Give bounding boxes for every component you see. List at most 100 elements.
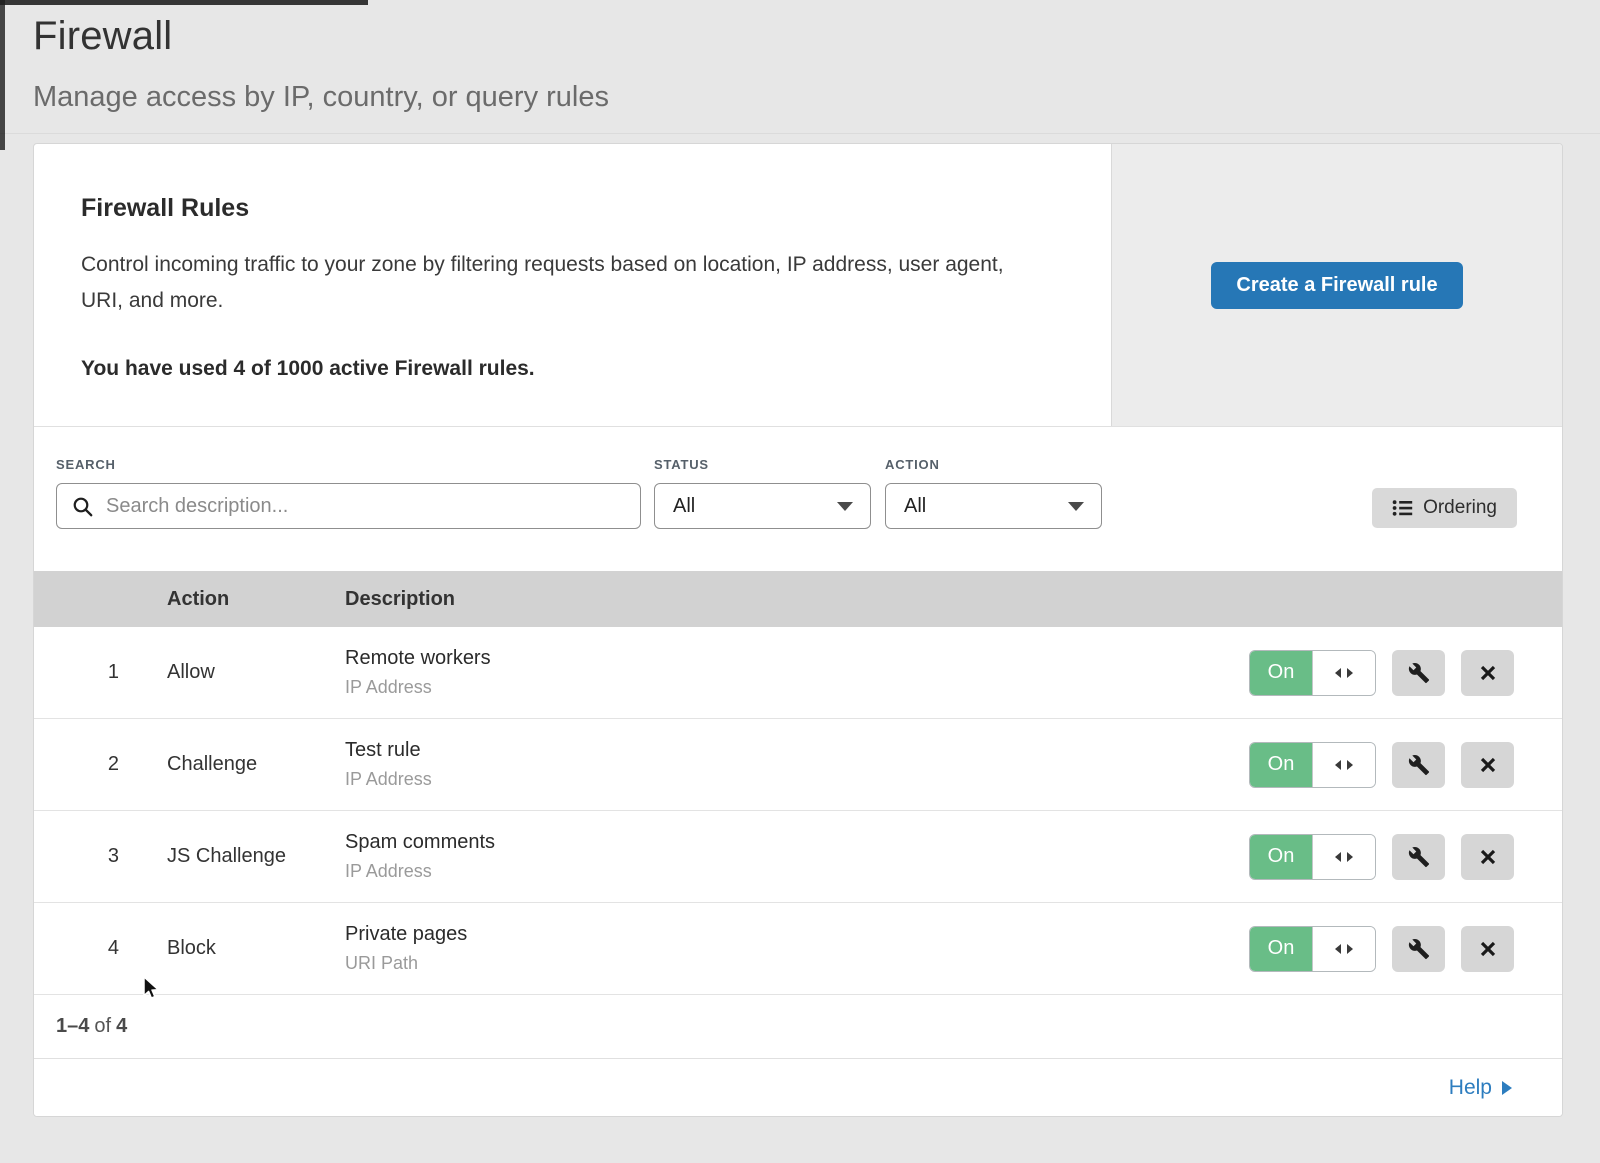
rule-enabled-toggle[interactable]: On <box>1249 742 1376 788</box>
create-rule-panel: Create a Firewall rule <box>1111 144 1562 426</box>
wrench-icon <box>1408 846 1430 868</box>
column-header-action: Action <box>167 588 345 611</box>
table-header-row: Action Description <box>34 571 1562 627</box>
column-header-description: Description <box>345 588 1562 611</box>
rule-controls: On <box>1249 834 1562 880</box>
rule-match-field: IP Address <box>345 677 1249 698</box>
page-title: Firewall <box>33 14 1600 59</box>
table-row: 1 Allow Remote workers IP Address On <box>34 627 1562 719</box>
overview-section: Firewall Rules Control incoming traffic … <box>34 144 1562 427</box>
rule-match-field: IP Address <box>345 769 1249 790</box>
drag-arrows-icon <box>1333 667 1355 679</box>
rule-controls: On <box>1249 926 1562 972</box>
search-box[interactable] <box>56 483 641 529</box>
rule-controls: On <box>1249 650 1562 696</box>
action-select[interactable]: All <box>885 483 1102 529</box>
page-subtitle: Manage access by IP, country, or query r… <box>33 81 1600 114</box>
edit-rule-button[interactable] <box>1392 926 1445 972</box>
pagination-total: 4 <box>116 1015 127 1038</box>
overview-heading: Firewall Rules <box>81 194 1051 223</box>
usage-note: You have used 4 of 1000 active Firewall … <box>81 357 1051 381</box>
overview-text-panel: Firewall Rules Control incoming traffic … <box>34 144 1111 426</box>
toggle-drag-handle[interactable] <box>1312 927 1375 971</box>
help-arrow-icon <box>1502 1081 1512 1095</box>
toggle-on-label[interactable]: On <box>1250 835 1312 879</box>
close-icon <box>1478 663 1498 683</box>
status-filter-group: STATUS All <box>654 457 871 529</box>
delete-rule-button[interactable] <box>1461 650 1514 696</box>
rule-controls: On <box>1249 742 1562 788</box>
edit-rule-button[interactable] <box>1392 650 1445 696</box>
delete-rule-button[interactable] <box>1461 926 1514 972</box>
edit-rule-button[interactable] <box>1392 742 1445 788</box>
card-footer: Help <box>34 1058 1562 1116</box>
ordering-button-label: Ordering <box>1423 497 1497 519</box>
toggle-drag-handle[interactable] <box>1312 651 1375 695</box>
caret-down-icon <box>837 502 853 511</box>
header-divider <box>0 133 1600 134</box>
toggle-drag-handle[interactable] <box>1312 743 1375 787</box>
pagination-of: of <box>94 1015 111 1038</box>
search-input[interactable] <box>104 494 626 519</box>
rule-priority-number: 2 <box>34 753 119 776</box>
wrench-icon <box>1408 938 1430 960</box>
create-firewall-rule-button[interactable]: Create a Firewall rule <box>1211 262 1462 309</box>
rule-description-cell: Spam comments IP Address <box>345 831 1249 882</box>
rule-enabled-toggle[interactable]: On <box>1249 834 1376 880</box>
window-edge-artifact-left <box>0 0 5 150</box>
action-filter-group: ACTION All <box>885 457 1102 529</box>
rule-description: Remote workers <box>345 647 1249 670</box>
toggle-on-label[interactable]: On <box>1250 927 1312 971</box>
rule-action-label: JS Challenge <box>167 845 345 868</box>
rule-action-label: Challenge <box>167 753 345 776</box>
edit-rule-button[interactable] <box>1392 834 1445 880</box>
rule-description: Spam comments <box>345 831 1249 854</box>
rule-match-field: URI Path <box>345 953 1249 974</box>
rule-enabled-toggle[interactable]: On <box>1249 650 1376 696</box>
action-label: ACTION <box>885 457 1102 472</box>
toggle-on-label[interactable]: On <box>1250 743 1312 787</box>
pagination-range: 1–4 <box>56 1015 89 1038</box>
close-icon <box>1478 755 1498 775</box>
search-filter-group: SEARCH <box>56 457 641 529</box>
rule-action-label: Block <box>167 937 345 960</box>
rule-description-cell: Remote workers IP Address <box>345 647 1249 698</box>
delete-rule-button[interactable] <box>1461 834 1514 880</box>
rule-description: Private pages <box>345 923 1249 946</box>
table-row: 3 JS Challenge Spam comments IP Address … <box>34 811 1562 903</box>
delete-rule-button[interactable] <box>1461 742 1514 788</box>
status-label: STATUS <box>654 457 871 472</box>
table-row: 4 Block Private pages URI Path On <box>34 903 1562 995</box>
rule-enabled-toggle[interactable]: On <box>1249 926 1376 972</box>
rule-priority-number: 4 <box>34 937 119 960</box>
rule-action-label: Allow <box>167 661 345 684</box>
rule-description: Test rule <box>345 739 1249 762</box>
window-edge-artifact-top <box>0 0 368 5</box>
drag-arrows-icon <box>1333 851 1355 863</box>
firewall-rules-card: Firewall Rules Control incoming traffic … <box>33 143 1563 1117</box>
toggle-drag-handle[interactable] <box>1312 835 1375 879</box>
filters-bar: SEARCH STATUS All ACTION All <box>34 427 1562 571</box>
wrench-icon <box>1408 754 1430 776</box>
help-link[interactable]: Help <box>1449 1076 1512 1100</box>
status-select[interactable]: All <box>654 483 871 529</box>
drag-arrows-icon <box>1333 759 1355 771</box>
toggle-on-label[interactable]: On <box>1250 651 1312 695</box>
rule-description-cell: Test rule IP Address <box>345 739 1249 790</box>
search-icon <box>72 496 93 517</box>
wrench-icon <box>1408 662 1430 684</box>
drag-arrows-icon <box>1333 943 1355 955</box>
action-select-value: All <box>904 495 926 518</box>
rule-priority-number: 1 <box>34 661 119 684</box>
rule-priority-number: 3 <box>34 845 119 868</box>
caret-down-icon <box>1068 502 1084 511</box>
table-row: 2 Challenge Test rule IP Address On <box>34 719 1562 811</box>
rule-match-field: IP Address <box>345 861 1249 882</box>
overview-description: Control incoming traffic to your zone by… <box>81 247 1041 319</box>
ordering-list-icon <box>1392 498 1413 518</box>
page-header: Firewall Manage access by IP, country, o… <box>0 0 1600 143</box>
ordering-button[interactable]: Ordering <box>1372 488 1517 528</box>
close-icon <box>1478 847 1498 867</box>
status-select-value: All <box>673 495 695 518</box>
help-link-label: Help <box>1449 1076 1492 1100</box>
